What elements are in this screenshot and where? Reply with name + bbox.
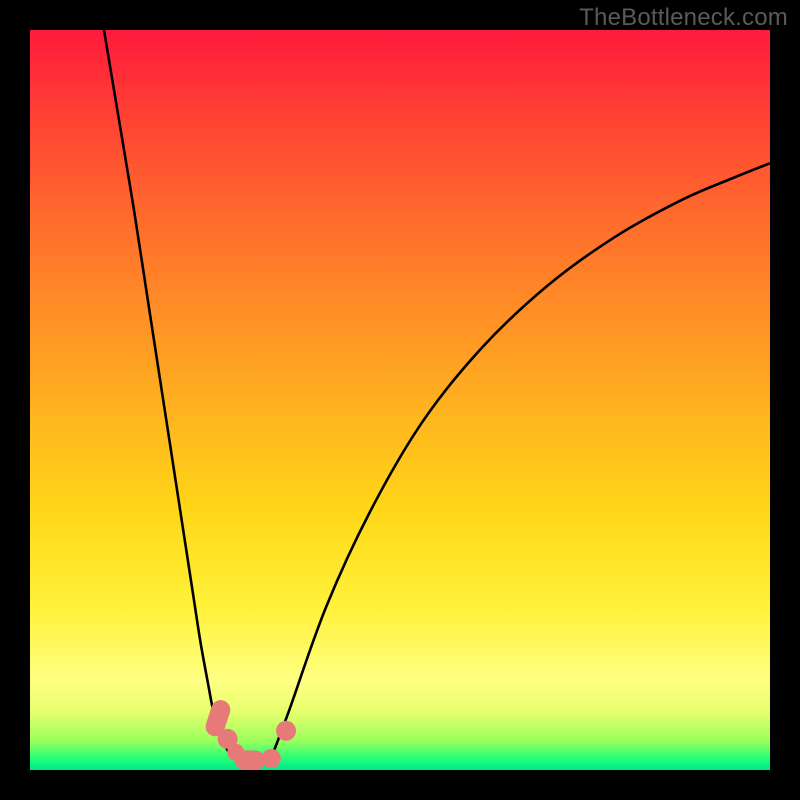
curve-marker bbox=[276, 721, 296, 741]
curve-layer bbox=[30, 30, 770, 770]
watermark-text: TheBottleneck.com bbox=[579, 4, 788, 32]
bottleneck-curve bbox=[104, 30, 770, 763]
chart-frame: TheBottleneck.com bbox=[0, 0, 800, 800]
marker-layer bbox=[203, 698, 296, 770]
plot-area bbox=[30, 30, 770, 770]
curve-marker bbox=[234, 750, 266, 770]
